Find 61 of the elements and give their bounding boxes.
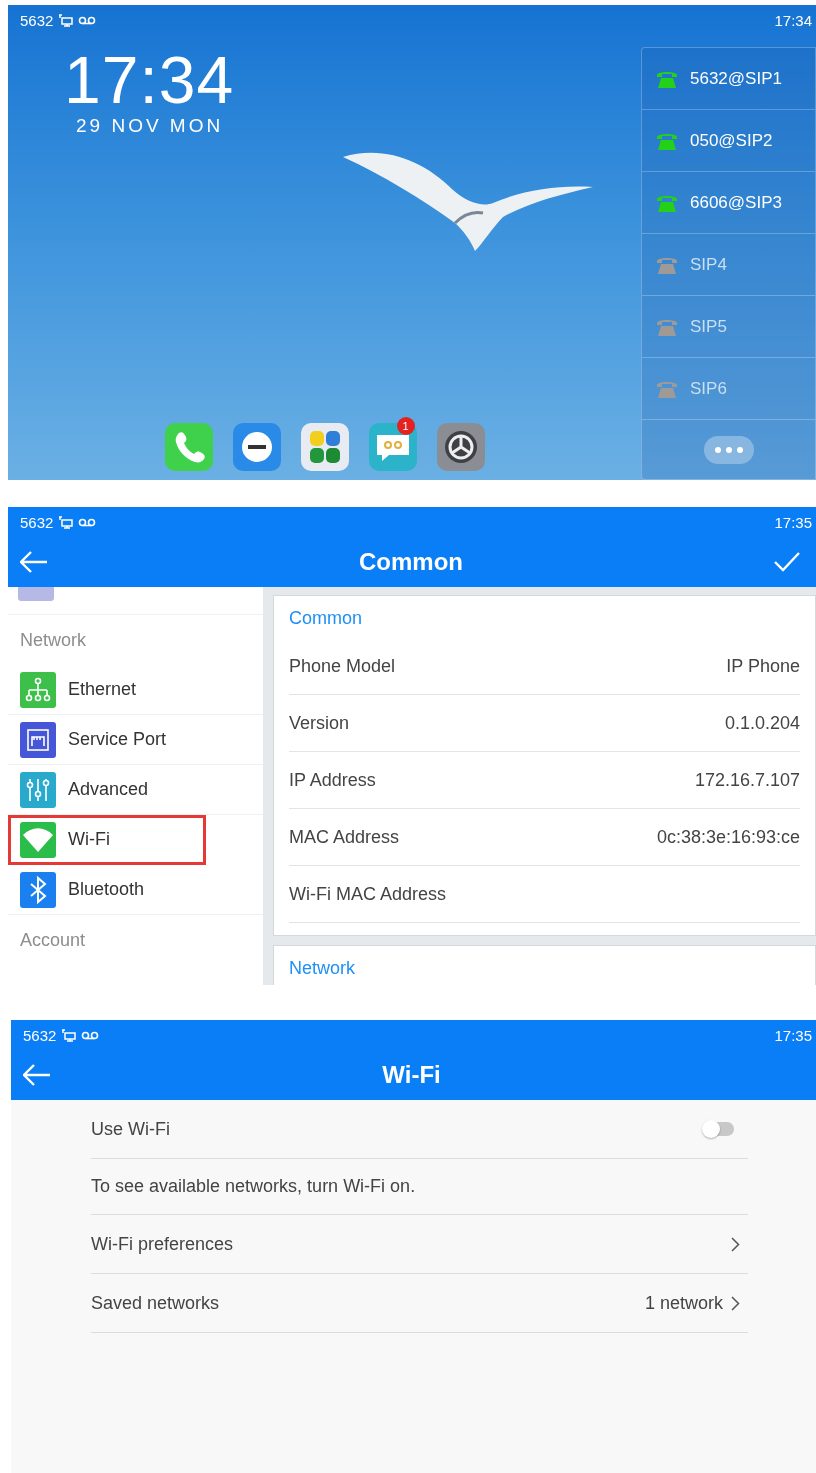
section-heading: Network: [19, 628, 87, 652]
sidebar-item[interactable]: Ethernet: [8, 665, 263, 715]
card-heading: Common: [289, 607, 364, 630]
account-number: 5632: [23, 1026, 57, 1044]
message-icon[interactable]: [368, 423, 417, 471]
account-number: 5632: [20, 11, 54, 29]
network-icon: [61, 1028, 77, 1042]
unread-badge: 1: [396, 417, 415, 435]
account-number: 5632: [20, 513, 54, 531]
screen-title: Common: [359, 548, 463, 576]
gear-icon[interactable]: [436, 423, 485, 471]
settings-row[interactable]: Use Wi-Fi: [91, 1100, 748, 1159]
clock-date: 29 NOV MON: [76, 115, 224, 137]
sidebar-item[interactable]: Advanced: [8, 765, 263, 815]
back-icon[interactable]: [23, 1064, 51, 1086]
ethernet-icon: [20, 671, 56, 708]
line-key[interactable]: 050@SIP2: [642, 110, 815, 172]
app-grid-icon[interactable]: [300, 423, 349, 471]
screen-title: Wi-Fi: [382, 1061, 441, 1089]
status-time: 17:35: [774, 513, 812, 531]
back-icon[interactable]: [20, 551, 48, 573]
voicemail-icon: [78, 517, 97, 527]
chevron-right-icon: [731, 1295, 740, 1311]
status-time: 17:35: [774, 1026, 812, 1044]
info-label: Wi-Fi MAC Address: [289, 883, 447, 905]
phone-icon[interactable]: [164, 423, 213, 471]
info-value: IP Phone: [726, 655, 800, 677]
line-key[interactable]: 5632@SIP1: [642, 48, 815, 110]
info-label: MAC Address: [289, 826, 400, 848]
info-label: IP Address: [289, 769, 376, 791]
advanced-icon: [20, 771, 56, 808]
network-icon: [58, 13, 74, 27]
setting-value: 1 network: [644, 1292, 723, 1314]
section-heading: Account: [19, 928, 87, 952]
chevron-right-icon: [731, 1236, 740, 1252]
bluetooth-icon: [20, 871, 56, 908]
sidebar-item[interactable]: Wi-Fi: [8, 815, 206, 865]
sidebar-item[interactable]: Bluetooth: [8, 865, 263, 915]
wifi-icon: [20, 821, 56, 858]
setting-label: Saved networks: [91, 1292, 220, 1314]
voicemail-icon: [78, 15, 97, 25]
check-icon[interactable]: [774, 552, 800, 572]
info-label: Phone Model: [289, 655, 396, 677]
settings-row[interactable]: Wi-Fi preferences: [91, 1215, 748, 1274]
setting-label: Wi-Fi preferences: [91, 1233, 234, 1255]
network-icon: [58, 515, 74, 529]
info-value: 0.1.0.204: [724, 712, 800, 734]
info-label: Version: [289, 712, 350, 734]
info-value: 0c:38:3e:16:93:ce: [656, 826, 800, 848]
more-button[interactable]: [703, 435, 754, 464]
hint-text: To see available networks, turn Wi-Fi on.: [91, 1176, 416, 1197]
card-heading: Network: [289, 957, 356, 980]
voicemail-icon: [81, 1030, 100, 1040]
sidebar-item[interactable]: Service Port: [8, 715, 263, 765]
settings-row[interactable]: Saved networks 1 network: [91, 1274, 748, 1333]
setting-label: Use Wi-Fi: [91, 1118, 170, 1140]
status-time: 17:34: [774, 11, 812, 29]
line-key[interactable]: 6606@SIP3: [642, 172, 815, 234]
clock-time: 17:34: [64, 45, 235, 115]
toggle-switch[interactable]: [704, 1122, 734, 1136]
info-value: 172.16.7.107: [694, 769, 800, 791]
